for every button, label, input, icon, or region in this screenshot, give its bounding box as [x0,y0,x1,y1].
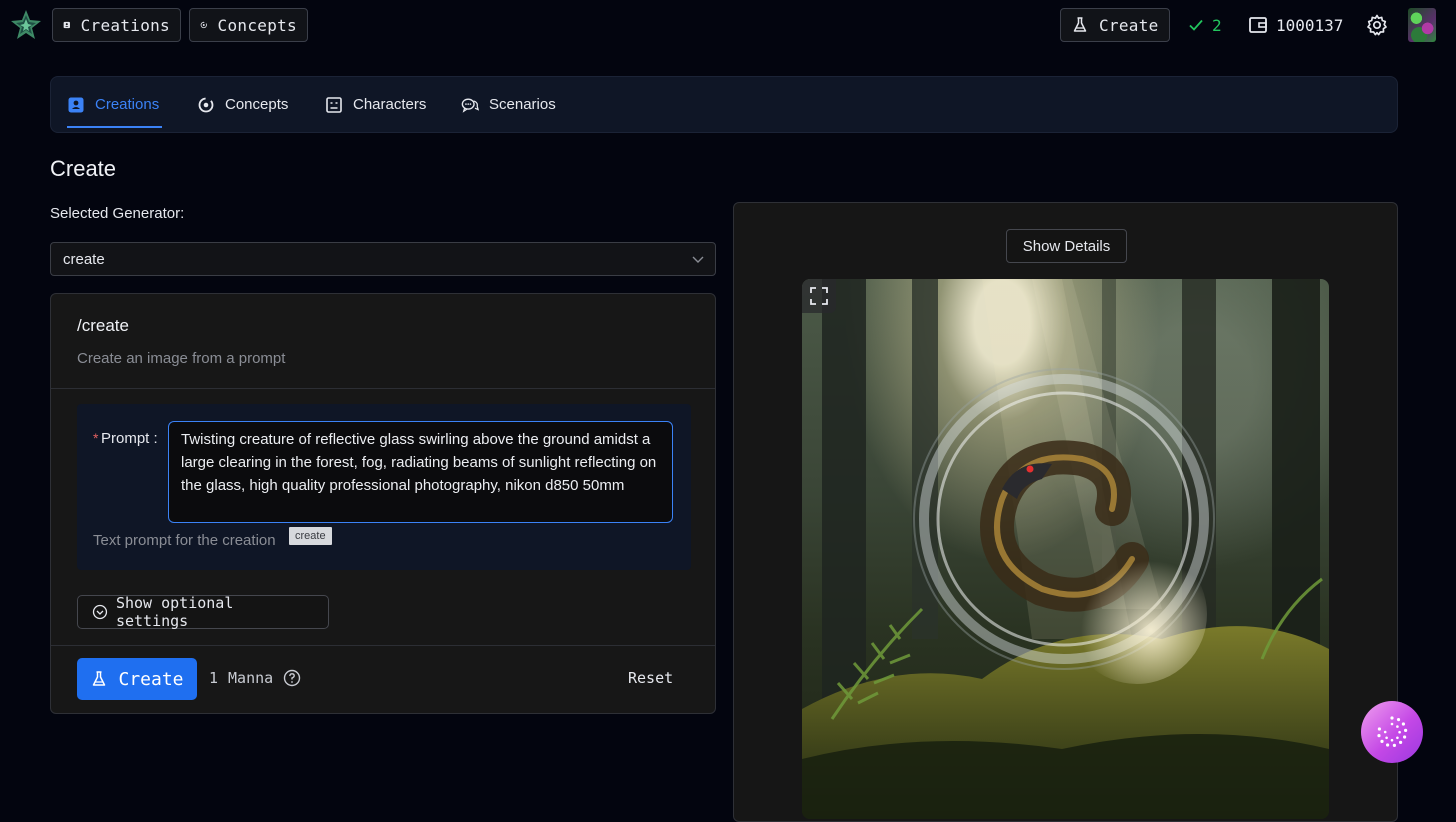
gear-icon [1367,14,1387,36]
card-header: /create Create an image from a prompt [51,294,715,389]
prompt-label-text: Prompt [101,430,150,447]
flask-icon [1073,17,1087,32]
generator-description: Create an image from a prompt [77,350,286,367]
app-logo[interactable] [10,9,42,41]
help-circle-icon[interactable] [283,669,301,687]
check-icon [1189,19,1203,31]
cost-amount: 1 [209,669,219,687]
chevron-down-icon [692,256,704,263]
tab-concepts[interactable]: Concepts [197,77,288,132]
concepts-icon [200,21,207,29]
chevron-circle-down-icon [92,604,108,620]
balance-display[interactable]: 1000137 [1248,8,1343,42]
required-marker: * [93,430,99,446]
page-title: Create [50,156,117,181]
completed-counter[interactable]: 2 [1188,8,1222,42]
prompt-label-colon: : [153,430,158,447]
card-divider [51,645,715,646]
expand-icon [810,287,828,305]
characters-icon [326,96,342,113]
completed-count: 2 [1212,15,1222,35]
generator-form-card: /create Create an image from a prompt * … [50,293,716,714]
tab-characters[interactable]: Characters [325,77,426,132]
show-optional-settings-button[interactable]: Show optional settings [77,594,329,630]
wallet-icon [1249,17,1267,33]
user-avatar[interactable] [1408,8,1436,42]
star-logo-icon [11,10,41,39]
create-top-label: Create [1099,15,1159,35]
creations-icon [68,97,84,112]
fullscreen-button[interactable] [802,279,836,313]
generated-image[interactable] [802,279,1329,819]
create-button[interactable]: Create [77,658,197,700]
optional-settings-label: Show optional settings [115,594,234,630]
cost-unit: Manna [228,669,274,687]
tab-label: Scenarios [489,96,556,113]
prompt-hint: Text prompt for the creation [93,532,276,549]
prompt-tag: create [289,527,332,545]
assistant-fab[interactable] [1361,701,1423,763]
flask-icon [93,671,106,686]
balance-value: 1000137 [1276,15,1344,35]
create-top-button[interactable]: Create [1060,8,1170,42]
chat-bubbles-icon [461,97,479,113]
concepts-nav-label: Concepts [217,15,297,35]
prompt-field-group: * Prompt : Twisting creature of reflecti… [77,404,691,570]
generator-value: create [63,250,105,268]
generator-select[interactable]: create [50,242,716,276]
generator-command-title: /create [77,316,129,335]
tab-scenarios[interactable]: Scenarios [461,77,556,132]
creations-nav-button[interactable]: Creations [52,8,181,42]
dotted-spiral-icon [1377,716,1408,747]
creations-nav-label: Creations [80,15,170,35]
reset-button[interactable]: Reset [628,669,673,687]
concepts-nav-button[interactable]: Concepts [189,8,308,42]
concepts-icon [198,97,214,112]
show-details-button[interactable]: Show Details [1006,229,1127,263]
section-tabs: Creations Concepts Characters Scenarios [50,76,1398,133]
generator-label: Selected Generator: [50,205,185,222]
preview-panel: Show Details [733,202,1398,822]
create-button-label: Create [118,668,184,690]
tab-label: Characters [353,96,427,113]
tab-label: Concepts [225,96,289,113]
tab-creations[interactable]: Creations [67,77,162,132]
tab-label: Creations [95,96,160,113]
settings-button[interactable] [1365,8,1389,42]
creations-icon [63,21,70,29]
cost-display: 1 Manna [209,669,301,687]
prompt-label: Prompt : [101,430,158,447]
generated-image-illustration [802,279,1329,819]
prompt-textarea[interactable]: Twisting creature of reflective glass sw… [168,421,673,523]
